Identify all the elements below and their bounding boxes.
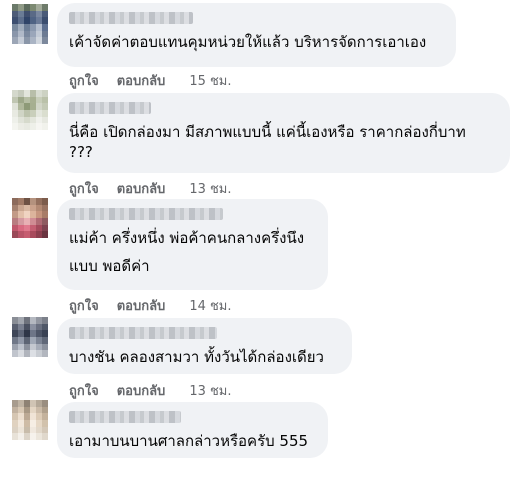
like-button[interactable]: ถูกใจ (69, 178, 99, 199)
comment-actions: ถูกใจ ตอบกลับ 15 ชม. (69, 70, 232, 91)
comment-text: แม่ค้า ครึ่งหนึ่ง พ่อค้าคนกลางครึ่งนึง (69, 229, 305, 247)
avatar[interactable] (12, 317, 48, 357)
commenter-name[interactable] (69, 411, 181, 423)
comment-text: นี่คือ เปิดกล่องมา มีสภาพแบบนี้ แค่นี้เอ… (69, 123, 466, 161)
commenter-name[interactable] (69, 208, 223, 220)
like-button[interactable]: ถูกใจ (69, 70, 99, 91)
comment-text: เอามาบนบานศาลกล่าวหรือครับ 555 (69, 432, 309, 450)
comment-actions: ถูกใจ ตอบกลับ 14 ชม. (69, 295, 232, 316)
comment-text: แบบ พอดีค่า (69, 257, 150, 275)
comment-actions: ถูกใจ ตอบกลับ 13 ชม. (69, 380, 232, 401)
comment-text: เค้าจัดค่าตอบแทนคุมหน่วยให้แล้ว บริหารจั… (69, 33, 427, 51)
avatar[interactable] (12, 400, 48, 440)
reply-button[interactable]: ตอบกลับ (117, 70, 166, 91)
commenter-name[interactable] (69, 327, 217, 339)
reply-button[interactable]: ตอบกลับ (117, 380, 166, 401)
comment-timestamp[interactable]: 15 ชม. (189, 70, 231, 91)
like-button[interactable]: ถูกใจ (69, 295, 99, 316)
reply-button[interactable]: ตอบกลับ (117, 178, 166, 199)
comment-bubble: นี่คือ เปิดกล่องมา มีสภาพแบบนี้ แค่นี้เอ… (57, 93, 510, 173)
commenter-name[interactable] (69, 102, 151, 114)
reply-button[interactable]: ตอบกลับ (117, 295, 166, 316)
comment-bubble: บางชัน คลองสามวา ทั้งวันได้กล่องเดียว (57, 318, 352, 374)
comment-bubble: เค้าจัดค่าตอบแทนคุมหน่วยให้แล้ว บริหารจั… (57, 3, 456, 67)
comment-timestamp[interactable]: 14 ชม. (189, 295, 231, 316)
comment-timestamp[interactable]: 13 ชม. (189, 380, 231, 401)
avatar[interactable] (12, 198, 48, 238)
comment-actions: ถูกใจ ตอบกลับ 13 ชม. (69, 178, 232, 199)
comment-bubble: แม่ค้า ครึ่งหนึ่ง พ่อค้าคนกลางครึ่งนึง แ… (57, 199, 328, 290)
commenter-name[interactable] (69, 12, 193, 24)
avatar[interactable] (12, 4, 48, 44)
comment-bubble: เอามาบนบานศาลกล่าวหรือครับ 555 (57, 402, 328, 458)
like-button[interactable]: ถูกใจ (69, 380, 99, 401)
comment-text: บางชัน คลองสามวา ทั้งวันได้กล่องเดียว (69, 348, 324, 366)
avatar[interactable] (12, 90, 48, 130)
comment-timestamp[interactable]: 13 ชม. (189, 178, 231, 199)
